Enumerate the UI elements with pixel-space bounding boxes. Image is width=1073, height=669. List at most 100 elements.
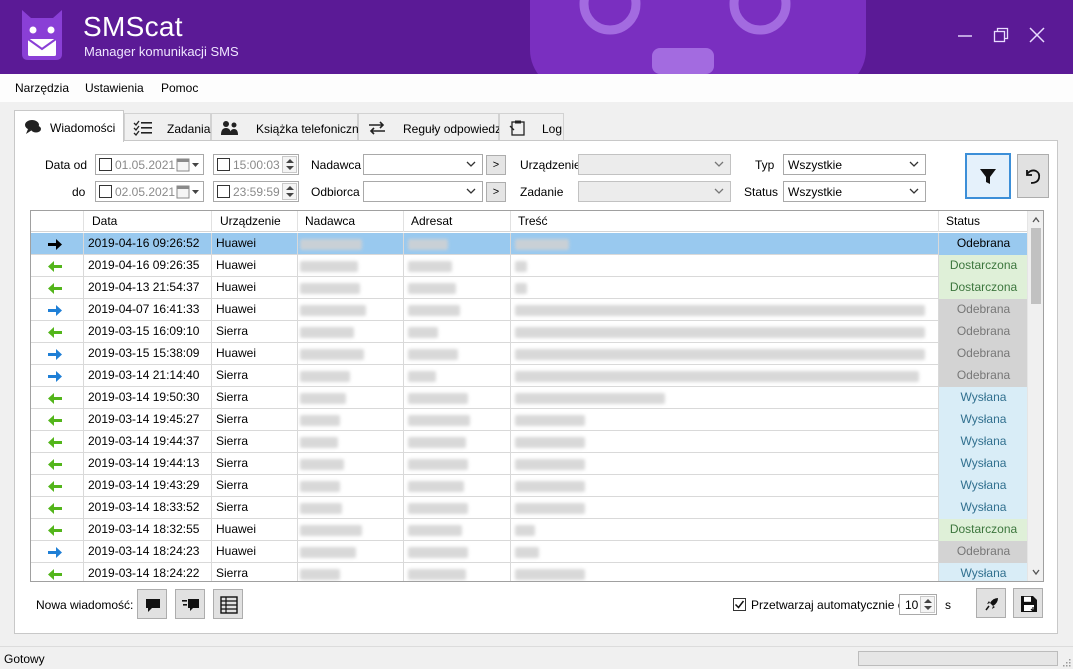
date-from-picker[interactable]: 01.05.2021	[95, 154, 204, 175]
new-bulk-message-button[interactable]	[175, 589, 205, 619]
column-header-sender[interactable]: Nadawca	[298, 211, 404, 232]
date-from-checkbox[interactable]	[99, 158, 112, 171]
auto-process-checkbox[interactable]	[733, 598, 746, 611]
grid-vertical-scrollbar[interactable]	[1027, 211, 1043, 581]
type-combo[interactable]: Wszystkie	[783, 154, 926, 175]
scroll-down-icon[interactable]	[1032, 568, 1040, 576]
reset-filter-button[interactable]	[1017, 154, 1049, 198]
chevron-down-icon	[714, 188, 724, 194]
redacted-content	[515, 525, 535, 536]
date-to-value: 02.05.2021	[115, 185, 176, 199]
column-header-device[interactable]: Urządzenie	[212, 211, 298, 232]
time-to-picker[interactable]: 23:59:59	[213, 181, 299, 202]
apply-filter-button[interactable]	[965, 153, 1011, 199]
tab-reply-rules[interactable]: Reguły odpowiedzi	[358, 113, 504, 141]
sender-cell	[298, 321, 404, 343]
tab-log[interactable]: Log	[499, 113, 564, 141]
tab-tasks[interactable]: Zadania	[124, 113, 211, 141]
direction-cell	[31, 453, 84, 475]
time-to-checkbox[interactable]	[217, 185, 230, 198]
column-header-recipient[interactable]: Adresat	[404, 211, 511, 232]
redacted-sender	[300, 261, 358, 272]
table-row[interactable]: 2019-04-13 21:54:37 Huawei Dostarczona	[31, 277, 1029, 299]
date-to-picker[interactable]: 02.05.2021	[95, 181, 204, 202]
redacted-sender	[300, 283, 360, 294]
table-row[interactable]: 2019-03-14 21:14:40 Sierra Odebrana	[31, 365, 1029, 387]
table-row[interactable]: 2019-04-16 09:26:52 Huawei Odebrana	[31, 233, 1029, 255]
date-cell: 2019-04-13 21:54:37	[84, 277, 212, 299]
tab-messages[interactable]: Wiadomości	[14, 110, 124, 142]
time-from-checkbox[interactable]	[217, 158, 230, 171]
table-row[interactable]: 2019-03-14 19:50:30 Sierra Wysłana	[31, 387, 1029, 409]
redacted-recipient	[408, 415, 470, 426]
redacted-sender	[300, 525, 362, 536]
time-from-spinner[interactable]	[282, 156, 297, 173]
restore-button[interactable]	[984, 22, 1018, 52]
recipient-cell	[404, 277, 511, 299]
direction-cell	[31, 365, 84, 387]
sender-label: Nadawca	[311, 158, 362, 172]
sender-cell	[298, 255, 404, 277]
status-combo[interactable]: Wszystkie	[783, 181, 926, 202]
interval-spinner[interactable]	[920, 596, 935, 613]
table-row[interactable]: 2019-03-14 19:45:27 Sierra Wysłana	[31, 409, 1029, 431]
table-row[interactable]: 2019-03-15 15:38:09 Huawei Odebrana	[31, 343, 1029, 365]
table-row[interactable]: 2019-03-14 19:43:29 Sierra Wysłana	[31, 475, 1029, 497]
tab-tasks-label: Zadania	[167, 122, 211, 136]
status-value: Wszystkie	[788, 185, 842, 199]
date-to-checkbox[interactable]	[99, 185, 112, 198]
column-header-date[interactable]: Data	[84, 211, 212, 232]
column-header-status[interactable]: Status	[939, 211, 1029, 232]
task-combo[interactable]	[578, 181, 731, 202]
app-title: SMScat	[83, 11, 183, 42]
time-from-picker[interactable]: 15:00:03	[213, 154, 299, 175]
date-cell: 2019-03-14 19:43:29	[84, 475, 212, 497]
device-cell: Sierra	[212, 431, 298, 453]
sender-browse-button[interactable]: >	[486, 155, 506, 175]
new-single-message-button[interactable]	[137, 589, 167, 619]
table-row[interactable]: 2019-03-15 16:09:10 Sierra Odebrana	[31, 321, 1029, 343]
column-header-content[interactable]: Treść	[511, 211, 939, 232]
message-bubble-icon	[146, 599, 160, 612]
status-text: Gotowy	[4, 652, 45, 666]
table-row[interactable]: 2019-03-14 19:44:37 Sierra Wysłana	[31, 431, 1029, 453]
date-from-value: 01.05.2021	[115, 158, 176, 172]
recipient-cell	[404, 365, 511, 387]
table-row[interactable]: 2019-03-14 18:32:55 Huawei Dostarczona	[31, 519, 1029, 541]
table-row[interactable]: 2019-03-14 19:44:13 Sierra Wysłana	[31, 453, 1029, 475]
table-row[interactable]: 2019-04-16 09:26:35 Huawei Dostarczona	[31, 255, 1029, 277]
time-to-spinner[interactable]	[282, 183, 297, 200]
sender-combo[interactable]	[363, 154, 483, 175]
menu-help[interactable]: Pomoc	[161, 81, 198, 95]
scroll-up-icon[interactable]	[1032, 216, 1040, 224]
new-message-label: Nowa wiadomość:	[36, 598, 134, 612]
menu-settings[interactable]: Ustawienia	[85, 81, 144, 95]
recipient-browse-button[interactable]: >	[486, 182, 506, 202]
scrollbar-thumb[interactable]	[1031, 228, 1041, 304]
table-row[interactable]: 2019-03-14 18:33:52 Sierra Wysłana	[31, 497, 1029, 519]
status-cell: Odebrana	[939, 233, 1029, 255]
direction-cell	[31, 387, 84, 409]
content-cell	[511, 321, 939, 343]
recipient-cell	[404, 431, 511, 453]
table-row[interactable]: 2019-03-14 18:24:22 Sierra Wysłana	[31, 563, 1029, 581]
direction-cell	[31, 321, 84, 343]
recipient-cell	[404, 321, 511, 343]
menu-tools[interactable]: Narzędzia	[15, 81, 69, 95]
table-row[interactable]: 2019-03-14 18:24:23 Huawei Odebrana	[31, 541, 1029, 563]
minimize-button[interactable]	[948, 22, 982, 52]
new-table-message-button[interactable]	[213, 589, 243, 619]
tab-phonebook[interactable]: Książka telefoniczna	[211, 113, 365, 141]
resize-grip-icon[interactable]	[1061, 657, 1071, 667]
column-header-direction[interactable]	[31, 211, 84, 232]
content-cell	[511, 365, 939, 387]
close-button[interactable]	[1020, 22, 1054, 52]
interval-spinbox[interactable]: 10	[899, 594, 937, 615]
recipient-combo[interactable]	[363, 181, 483, 202]
process-now-button[interactable]	[976, 588, 1006, 618]
direction-cell	[31, 475, 84, 497]
sender-cell	[298, 541, 404, 563]
table-row[interactable]: 2019-04-07 16:41:33 Huawei Odebrana	[31, 299, 1029, 321]
export-button[interactable]	[1013, 588, 1043, 618]
device-combo[interactable]	[578, 154, 731, 175]
